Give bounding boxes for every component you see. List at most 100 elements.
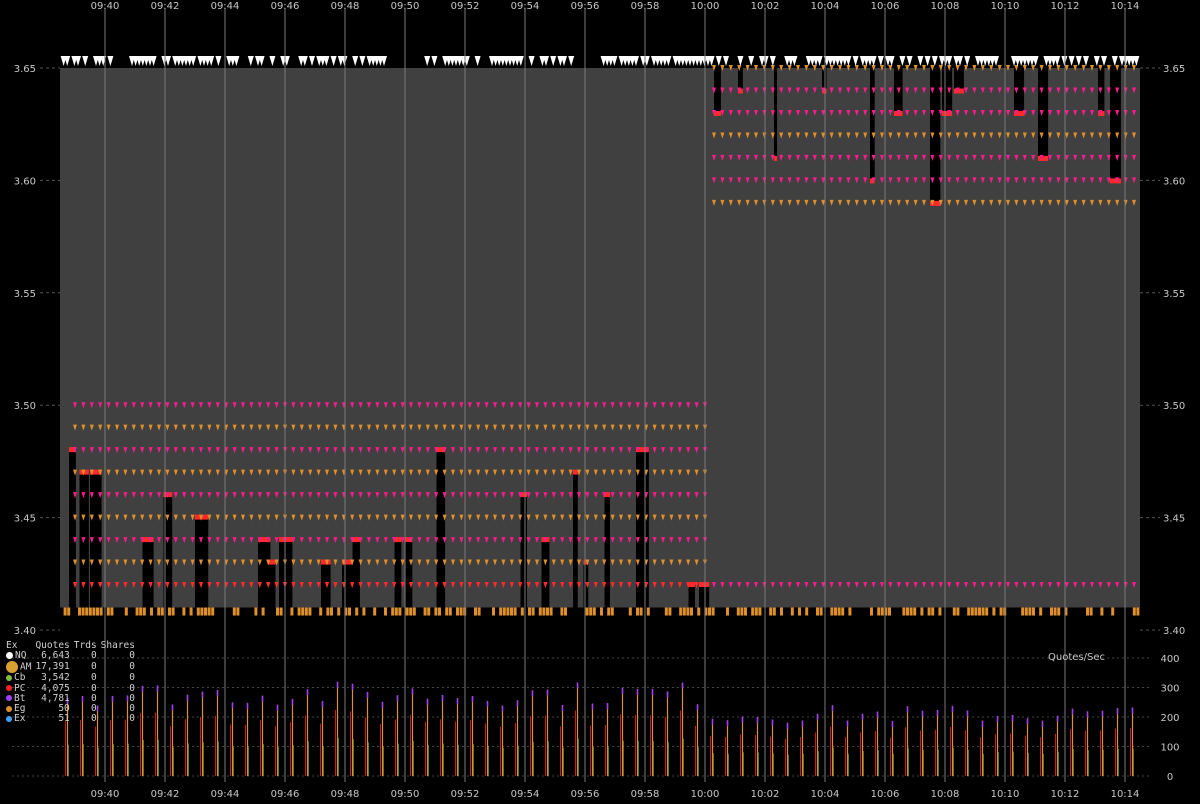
quote-gap-column <box>604 495 610 608</box>
legend-trds: 0 <box>90 650 97 662</box>
y-tick-label-right: 3.55 <box>1163 289 1185 300</box>
eg-bid-tick <box>607 607 611 616</box>
nq-ask-tick <box>1101 56 1107 66</box>
nq-ask-tick <box>946 56 953 66</box>
rate-y-tick-label: 400 <box>1160 654 1179 665</box>
eg-bid-tick <box>664 607 668 616</box>
quote-gap-column <box>714 68 721 113</box>
eg-bid-tick <box>135 607 139 616</box>
eg-bid-tick <box>384 607 387 616</box>
x-tick-label-bottom: 10:04 <box>811 789 840 800</box>
x-tick-label-bottom: 09:44 <box>211 789 240 800</box>
quote-gap-column <box>1110 68 1121 181</box>
nq-ask-tick <box>769 56 776 66</box>
eg-bid-tick <box>391 607 395 616</box>
x-tick-label-top: 09:40 <box>91 1 120 12</box>
x-tick-label-bottom: 10:06 <box>871 789 900 800</box>
eg-bid-tick <box>1086 607 1089 616</box>
eg-bid-tick <box>542 607 546 616</box>
eg-bid-tick <box>909 607 913 616</box>
rate-y-tick-label: 200 <box>1160 713 1179 724</box>
eg-bid-tick <box>841 607 845 616</box>
exchange-dot-icon <box>6 674 12 681</box>
y-tick-label-left: 3.50 <box>14 401 36 412</box>
eg-bid-tick <box>736 607 740 616</box>
eg-bid-tick <box>837 607 841 616</box>
x-tick-label-top: 10:10 <box>991 1 1020 12</box>
eg-bid-tick <box>139 607 143 616</box>
eg-bid-tick <box>830 607 834 616</box>
eg-bid-tick <box>1100 607 1104 616</box>
eg-bid-tick <box>938 607 942 616</box>
x-tick-label-top: 10:12 <box>1051 1 1080 12</box>
eg-bid-tick <box>679 607 683 616</box>
legend-exchange-label: NQ <box>15 650 27 662</box>
legend-row: NQ 6,643 0 0 <box>4 650 137 662</box>
nq-ask-tick <box>845 56 852 66</box>
eg-bid-tick <box>106 607 110 616</box>
eg-bid-tick <box>85 607 89 616</box>
eg-bid-tick <box>920 607 924 616</box>
y-tick-label-left: 3.55 <box>14 289 36 300</box>
best-bid-marker <box>573 469 578 475</box>
x-tick-label-bottom: 10:02 <box>751 789 780 800</box>
eg-bid-tick <box>510 607 513 616</box>
eg-bid-tick <box>646 607 650 616</box>
legend-shares: 0 <box>129 713 135 725</box>
eg-bid-tick <box>78 607 81 616</box>
eg-bid-tick <box>279 607 283 616</box>
x-tick-label-top: 10:04 <box>811 1 840 12</box>
eg-bid-tick <box>751 607 755 616</box>
eg-bid-tick <box>1053 607 1057 616</box>
eg-bid-tick <box>1021 607 1025 616</box>
exchange-dot-icon <box>6 695 12 702</box>
y-tick-label-left: 3.65 <box>14 64 36 75</box>
y-tick-label-right: 3.60 <box>1163 176 1185 187</box>
quote-gap-column <box>774 68 778 158</box>
eg-bid-tick <box>628 607 632 616</box>
eg-bid-tick <box>1032 607 1035 616</box>
eg-bid-tick <box>819 607 823 616</box>
eg-bid-tick <box>330 607 333 616</box>
eg-bid-tick <box>99 607 103 616</box>
eg-bid-tick <box>189 607 193 616</box>
eg-bid-tick <box>1028 607 1032 616</box>
eg-bid-tick <box>423 607 427 616</box>
eg-bid-tick <box>956 607 960 616</box>
eg-bid-tick <box>362 607 366 616</box>
nq-ask-tick <box>1075 56 1082 66</box>
x-tick-label-top: 10:00 <box>691 1 720 12</box>
eg-bid-tick <box>276 607 279 616</box>
eg-bid-tick <box>67 607 71 616</box>
legend-trds: 0 <box>90 713 97 725</box>
market-quote-chart: 09:40 09:40 09:42 09:42 09:44 09:44 09:46 09:46… <box>0 0 1200 800</box>
eg-bid-tick <box>150 607 153 616</box>
quote-gap-column <box>541 540 550 608</box>
eg-bid-tick <box>456 607 459 616</box>
x-tick-label-bottom: 09:42 <box>151 789 180 800</box>
eg-bid-tick <box>952 607 956 616</box>
eg-bid-tick <box>232 607 236 616</box>
x-tick-label-top: 10:02 <box>751 1 780 12</box>
eg-bid-tick <box>639 607 643 616</box>
eg-bid-tick <box>592 607 596 616</box>
x-tick-label-bottom: 09:50 <box>391 789 420 800</box>
x-tick-label-bottom: 09:40 <box>91 789 120 800</box>
eg-bid-tick <box>740 607 744 616</box>
eg-bid-tick <box>160 607 164 616</box>
x-tick-label-top: 09:52 <box>451 1 480 12</box>
eg-bid-tick <box>531 607 535 616</box>
eg-bid-tick <box>520 607 524 616</box>
eg-bid-tick <box>992 607 996 616</box>
eg-bid-tick <box>261 607 265 616</box>
x-tick-label-top: 09:42 <box>151 1 180 12</box>
eg-bid-tick <box>513 607 517 616</box>
exchange-dot-icon <box>6 652 13 660</box>
x-tick-label-bottom: 09:54 <box>511 789 540 800</box>
eg-bid-tick <box>88 607 92 616</box>
eg-bid-tick <box>927 607 931 616</box>
nq-ask-tick <box>899 56 906 66</box>
nq-ask-tick <box>852 56 859 66</box>
eg-bid-tick <box>434 607 438 616</box>
quote-gap-column <box>699 585 710 608</box>
